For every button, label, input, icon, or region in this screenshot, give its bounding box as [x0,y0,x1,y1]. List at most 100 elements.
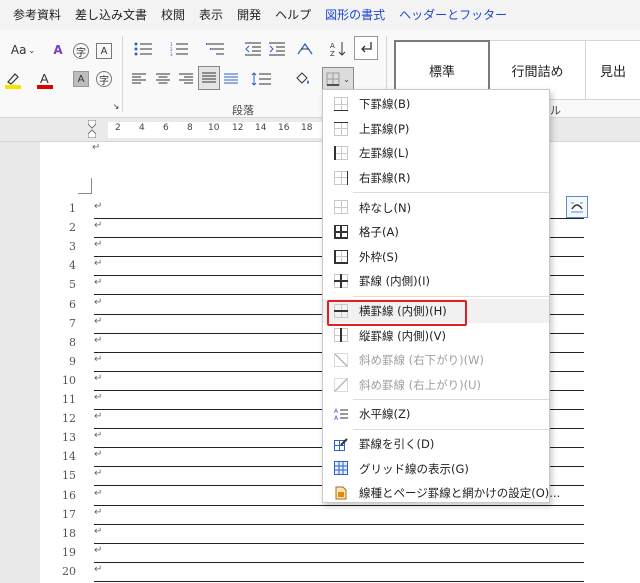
line-number: 2 [69,221,76,235]
line-number: 6 [69,297,76,311]
justify-icon[interactable] [198,66,220,90]
menu-item-left-border[interactable]: 左罫線(L) [323,141,549,166]
diagonal-down-border-icon [334,352,348,367]
font-color-icon[interactable]: A [34,68,56,92]
menu-item-label: 水平線(Z) [359,407,411,422]
right-border-icon [334,170,348,185]
left-border-icon [334,146,348,161]
line-number: 10 [62,373,76,387]
increase-indent-icon[interactable] [266,38,288,60]
character-border-button[interactable]: A [95,42,113,60]
chevron-down-icon: ⌄ [343,74,350,84]
svg-text:A: A [334,415,339,421]
menu-item-top-border[interactable]: 上罫線(P) [323,117,549,142]
tab-header-footer[interactable]: ヘッダーとフッター [392,0,514,30]
menu-item-diagonal-up-border: 斜め罫線 (右上がり)(U) [323,373,549,398]
show-marks-icon[interactable] [354,36,378,60]
highlighter-icon[interactable] [2,68,24,92]
return-mark-icon: ↵ [94,220,103,232]
menu-item-outside-borders[interactable]: 外枠(S) [323,245,549,270]
menu-item-bottom-border[interactable]: 下罫線(B) [323,92,549,117]
diagonal-up-border-icon [334,377,348,392]
line-number: 8 [69,335,76,349]
line-number: 7 [69,316,76,330]
style-heading[interactable]: 見出 [586,40,640,100]
line-spacing-icon[interactable] [246,68,276,90]
menu-item-diagonal-down-border: 斜め罫線 (右下がり)(W) [323,348,549,373]
menu-item-all-borders[interactable]: 格子(A) [323,220,549,245]
tab-view[interactable]: 表示 [192,0,230,30]
menu-item-view-gridlines[interactable]: グリッド線の表示(G) [323,456,549,481]
phonetic-guide-button[interactable]: 字 [72,42,90,60]
bullets-icon[interactable] [128,38,158,60]
paint-bucket-icon[interactable] [288,68,318,90]
return-mark-icon: ↵ [94,334,103,346]
inside-borders-icon [334,274,348,289]
paragraph-group-label: 段落 [232,104,254,117]
return-mark-icon: ↵ [94,258,103,270]
align-right-icon[interactable] [177,68,195,90]
menu-item-label: 外枠(S) [359,249,399,264]
enclose-characters-icon[interactable]: 字 [95,70,113,88]
character-shading-icon[interactable]: A [72,70,90,88]
line-number: 20 [62,564,76,578]
menu-item-no-border[interactable]: 枠なし(N) [323,195,549,220]
tab-mailings[interactable]: 差し込み文書 [68,0,154,30]
menu-item-label: 斜め罫線 (右上がり)(U) [359,377,482,392]
tab-review[interactable]: 校閲 [154,0,192,30]
multilevel-list-icon[interactable] [200,38,230,60]
group-divider [122,36,123,112]
clear-formatting-icon[interactable]: A [48,40,68,60]
font-dialog-launcher-icon[interactable]: ↘ [110,100,122,112]
return-mark-icon: ↵ [94,353,103,365]
menu-item-label: 横罫線 (内側)(H) [359,304,447,319]
align-center-icon[interactable] [154,68,172,90]
horizontal-line-icon: AA [334,407,348,422]
svg-text:Z: Z [330,50,335,57]
tab-help[interactable]: ヘルプ [268,0,318,30]
menu-item-inside-borders[interactable]: 罫線 (内側)(I) [323,269,549,294]
menu-item-inside-horizontal-border[interactable]: 横罫線 (内側)(H) [323,298,549,326]
horizontal-border-line [94,580,584,582]
return-mark-icon: ↵ [94,563,103,575]
tab-references[interactable]: 参考資料 [6,0,68,30]
sort-icon[interactable]: AZ [328,38,348,60]
tab-developer[interactable]: 開発 [230,0,268,30]
menu-item-horizontal-line[interactable]: A A 水平線(Z) [323,402,549,427]
numbering-icon[interactable]: 123 [164,38,194,60]
decrease-indent-icon[interactable] [242,38,264,60]
all-borders-icon [334,224,348,239]
menu-item-draw-table[interactable]: 罫線を引く(D) [323,432,549,457]
return-mark-icon: ↵ [94,201,103,212]
tab-shape-format[interactable]: 図形の書式 [318,0,392,30]
margin-corner-mark [91,178,93,194]
asian-layout-icon[interactable] [290,38,320,60]
menu-separator [353,192,549,194]
menu-item-inside-vertical-border[interactable]: 縦罫線 (内側)(V) [323,323,549,348]
line-number: 16 [62,488,76,502]
return-mark-icon: ↵ [94,430,103,442]
menu-bar: 参考資料 差し込み文書 校閲 表示 開発 ヘルプ 図形の書式 ヘッダーとフッター [0,0,640,30]
change-case-button[interactable]: Aa ⌄ [8,40,38,60]
svg-text:3: 3 [170,52,173,56]
distributed-icon[interactable] [222,68,240,90]
menu-item-right-border[interactable]: 右罫線(R) [323,166,549,191]
borders-shading-icon [334,486,348,500]
return-mark-icon: ↵ [94,296,103,308]
menu-item-label: 下罫線(B) [359,97,411,112]
menu-item-label: 罫線 (内側)(I) [359,274,430,289]
menu-item-borders-shading[interactable]: 線種とページ罫線と網かけの設定(O)... [323,481,560,506]
indent-marker-icon[interactable] [87,119,97,139]
line-number: 3 [69,240,76,254]
line-number: 1 [69,202,76,215]
line-number: 19 [62,545,76,559]
return-mark-icon: ↵ [92,142,101,153]
borders-dropdown-button[interactable]: ⌄ [322,67,354,91]
bottom-border-icon [334,97,348,111]
draw-table-icon [334,437,348,451]
svg-text:A: A [330,42,335,50]
margin-corner-mark [78,193,92,194]
menu-item-label: 右罫線(R) [359,171,411,186]
align-left-icon[interactable] [130,68,148,90]
menu-item-label: 上罫線(P) [359,121,410,136]
